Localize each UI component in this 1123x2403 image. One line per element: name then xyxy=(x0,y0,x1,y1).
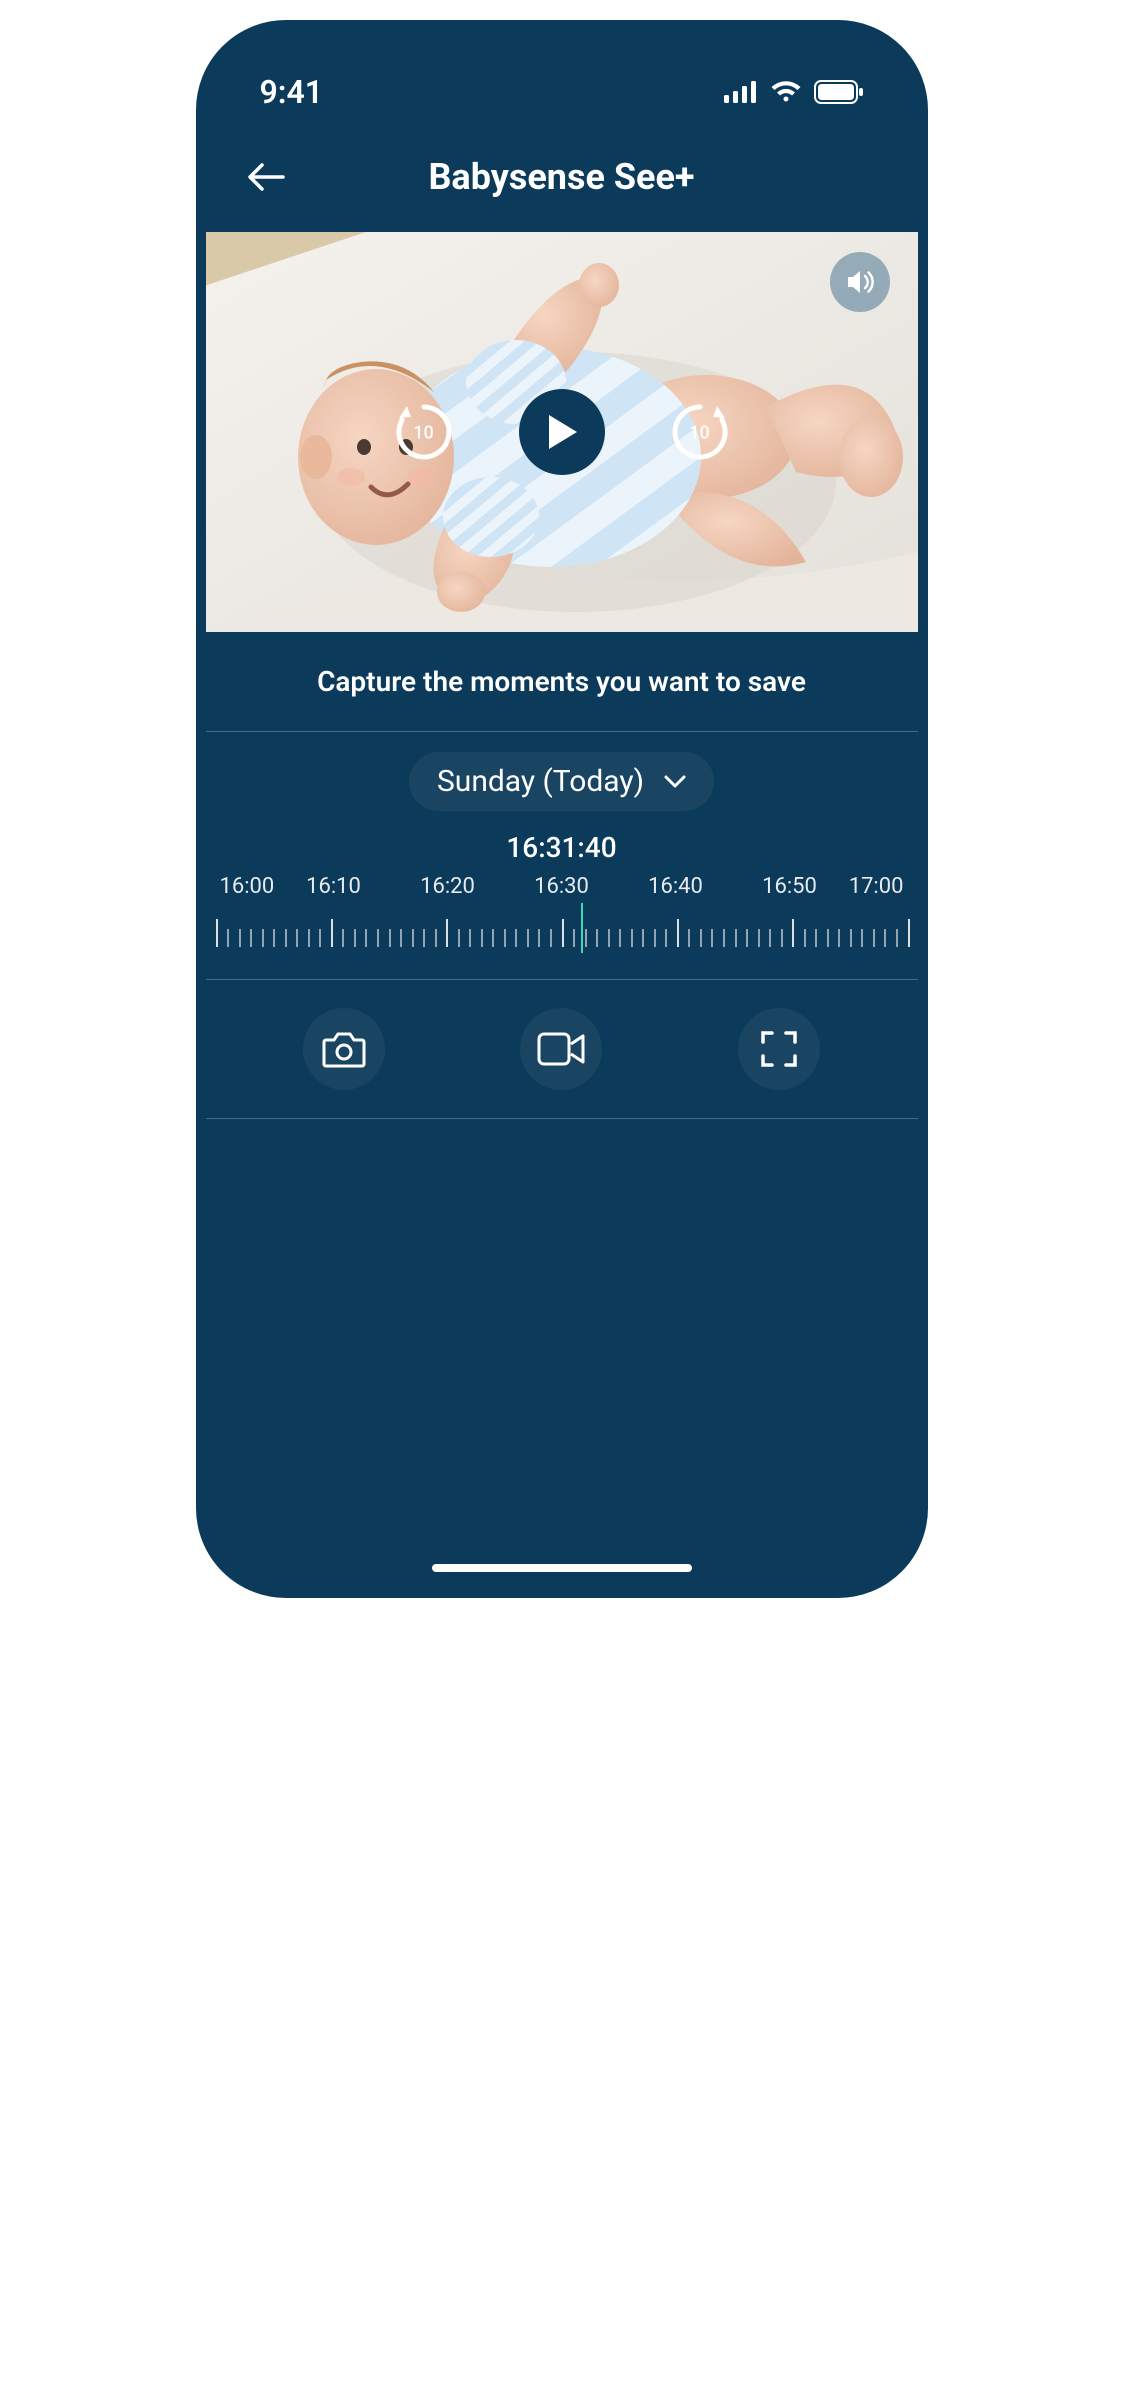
app-header: Babysense See+ xyxy=(206,122,918,232)
timeline-cursor[interactable] xyxy=(581,903,584,953)
timeline-label: 17:00 xyxy=(847,874,908,899)
timeline-current-time: 16:31:40 xyxy=(206,831,918,864)
skip-forward-button[interactable]: 10 xyxy=(665,397,735,467)
skip-back-label: 10 xyxy=(413,423,433,444)
fullscreen-icon xyxy=(760,1030,798,1068)
caption-text: Capture the moments you want to save xyxy=(206,632,918,732)
timeline-label: 16:20 xyxy=(391,874,505,899)
status-bar: 9:41 xyxy=(206,62,918,122)
video-record-icon xyxy=(537,1032,585,1066)
timeline-label: 16:10 xyxy=(277,874,391,899)
device-frame: 9:41 Babysense See+ xyxy=(196,20,928,1598)
timeline-labels: 16:0016:1016:2016:3016:4016:5017:00 xyxy=(206,864,918,903)
camera-icon xyxy=(322,1030,366,1068)
status-time: 9:41 xyxy=(260,73,324,111)
home-indicator[interactable] xyxy=(432,1564,692,1572)
wifi-icon xyxy=(770,80,802,104)
speaker-button[interactable] xyxy=(830,252,890,312)
arrow-left-icon xyxy=(247,162,285,192)
day-selector[interactable]: Sunday (Today) xyxy=(409,752,714,811)
timeline-label: 16:50 xyxy=(733,874,847,899)
status-icons xyxy=(724,80,864,104)
back-button[interactable] xyxy=(242,153,290,201)
chevron-down-icon xyxy=(664,775,686,789)
speaker-icon xyxy=(843,265,877,299)
play-button[interactable] xyxy=(519,389,605,475)
fullscreen-button[interactable] xyxy=(738,1008,820,1090)
record-button[interactable] xyxy=(520,1008,602,1090)
play-icon xyxy=(545,413,579,451)
timeline-label: 16:00 xyxy=(216,874,277,899)
cellular-icon xyxy=(724,81,758,103)
video-controls: 10 10 xyxy=(389,389,735,475)
skip-back-button[interactable]: 10 xyxy=(389,397,459,467)
day-selector-label: Sunday (Today) xyxy=(437,764,644,799)
timeline-label: 16:40 xyxy=(619,874,733,899)
page-title: Babysense See+ xyxy=(428,156,694,198)
action-row xyxy=(206,980,918,1119)
timeline: 16:31:40 16:0016:1016:2016:3016:4016:501… xyxy=(206,831,918,980)
timeline-ruler[interactable] xyxy=(216,907,908,953)
timeline-label: 16:30 xyxy=(505,874,619,899)
battery-icon xyxy=(814,80,864,104)
video-player[interactable]: 10 10 xyxy=(206,232,918,632)
snapshot-button[interactable] xyxy=(303,1008,385,1090)
skip-forward-label: 10 xyxy=(689,423,709,444)
